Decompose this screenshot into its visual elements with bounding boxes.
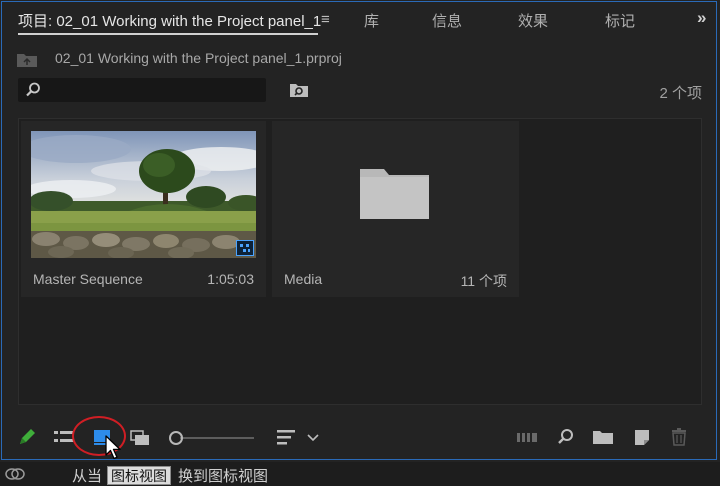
status-text: 从当: [72, 468, 103, 485]
tab-libraries[interactable]: 库: [364, 10, 379, 31]
search-icon: [26, 82, 40, 97]
status-text-continued: 换到图标视图: [178, 468, 269, 485]
folder-icon: [360, 169, 429, 219]
trash-icon[interactable]: [668, 426, 690, 448]
project-path: 02_01 Working with the Project panel_1.p…: [55, 50, 342, 66]
bin-up-icon[interactable]: [16, 50, 38, 68]
tab-project[interactable]: 项目: 02_01 Working with the Project panel…: [18, 10, 321, 31]
automate-to-sequence-icon[interactable]: [516, 426, 538, 448]
item-name: Master Sequence: [33, 271, 143, 287]
mouse-cursor-icon: [105, 435, 121, 460]
panel-menu-icon[interactable]: ≡: [321, 11, 330, 28]
tab-markers[interactable]: 标记: [605, 10, 635, 31]
new-bin-icon[interactable]: [289, 81, 309, 99]
item-duration: 1:05:03: [207, 271, 254, 287]
chevron-down-icon[interactable]: [305, 426, 321, 448]
item-count-badge: 11 个项: [460, 273, 507, 289]
list-view-icon[interactable]: [53, 426, 75, 448]
tab-effects[interactable]: 效果: [518, 10, 548, 31]
zoom-slider-track[interactable]: [180, 437, 254, 439]
sort-icon[interactable]: [275, 426, 297, 448]
tab-info[interactable]: 信息: [432, 10, 462, 31]
status-link-icon: [5, 468, 25, 480]
sequence-thumbnail[interactable]: [31, 131, 256, 258]
new-item-icon[interactable]: [631, 426, 653, 448]
item-name: Media: [284, 271, 323, 287]
freeform-view-icon[interactable]: [130, 426, 152, 448]
zoom-slider-handle[interactable]: [169, 431, 183, 445]
landscape-thumbnail-image: [31, 131, 256, 258]
tab-overflow-icon[interactable]: »: [697, 8, 707, 28]
pencil-icon[interactable]: [16, 426, 38, 448]
project-items-area: Master Sequence 1:05:03 Media 11 个项: [18, 118, 702, 405]
bin-tile[interactable]: Media 11 个项: [272, 121, 519, 297]
search-input[interactable]: [18, 78, 266, 102]
item-count: 2 个项: [659, 85, 702, 102]
new-folder-icon[interactable]: [592, 426, 614, 448]
active-tab-underline: [18, 33, 318, 35]
sequence-tile[interactable]: Master Sequence 1:05:03: [21, 121, 266, 297]
find-icon[interactable]: [555, 426, 577, 448]
project-panel: 项目: 02_01 Working with the Project panel…: [0, 0, 720, 462]
tab-bar: 项目: 02_01 Working with the Project panel…: [0, 0, 720, 40]
tooltip: 图标视图: [107, 466, 171, 485]
sequence-badge-icon: [236, 240, 254, 256]
